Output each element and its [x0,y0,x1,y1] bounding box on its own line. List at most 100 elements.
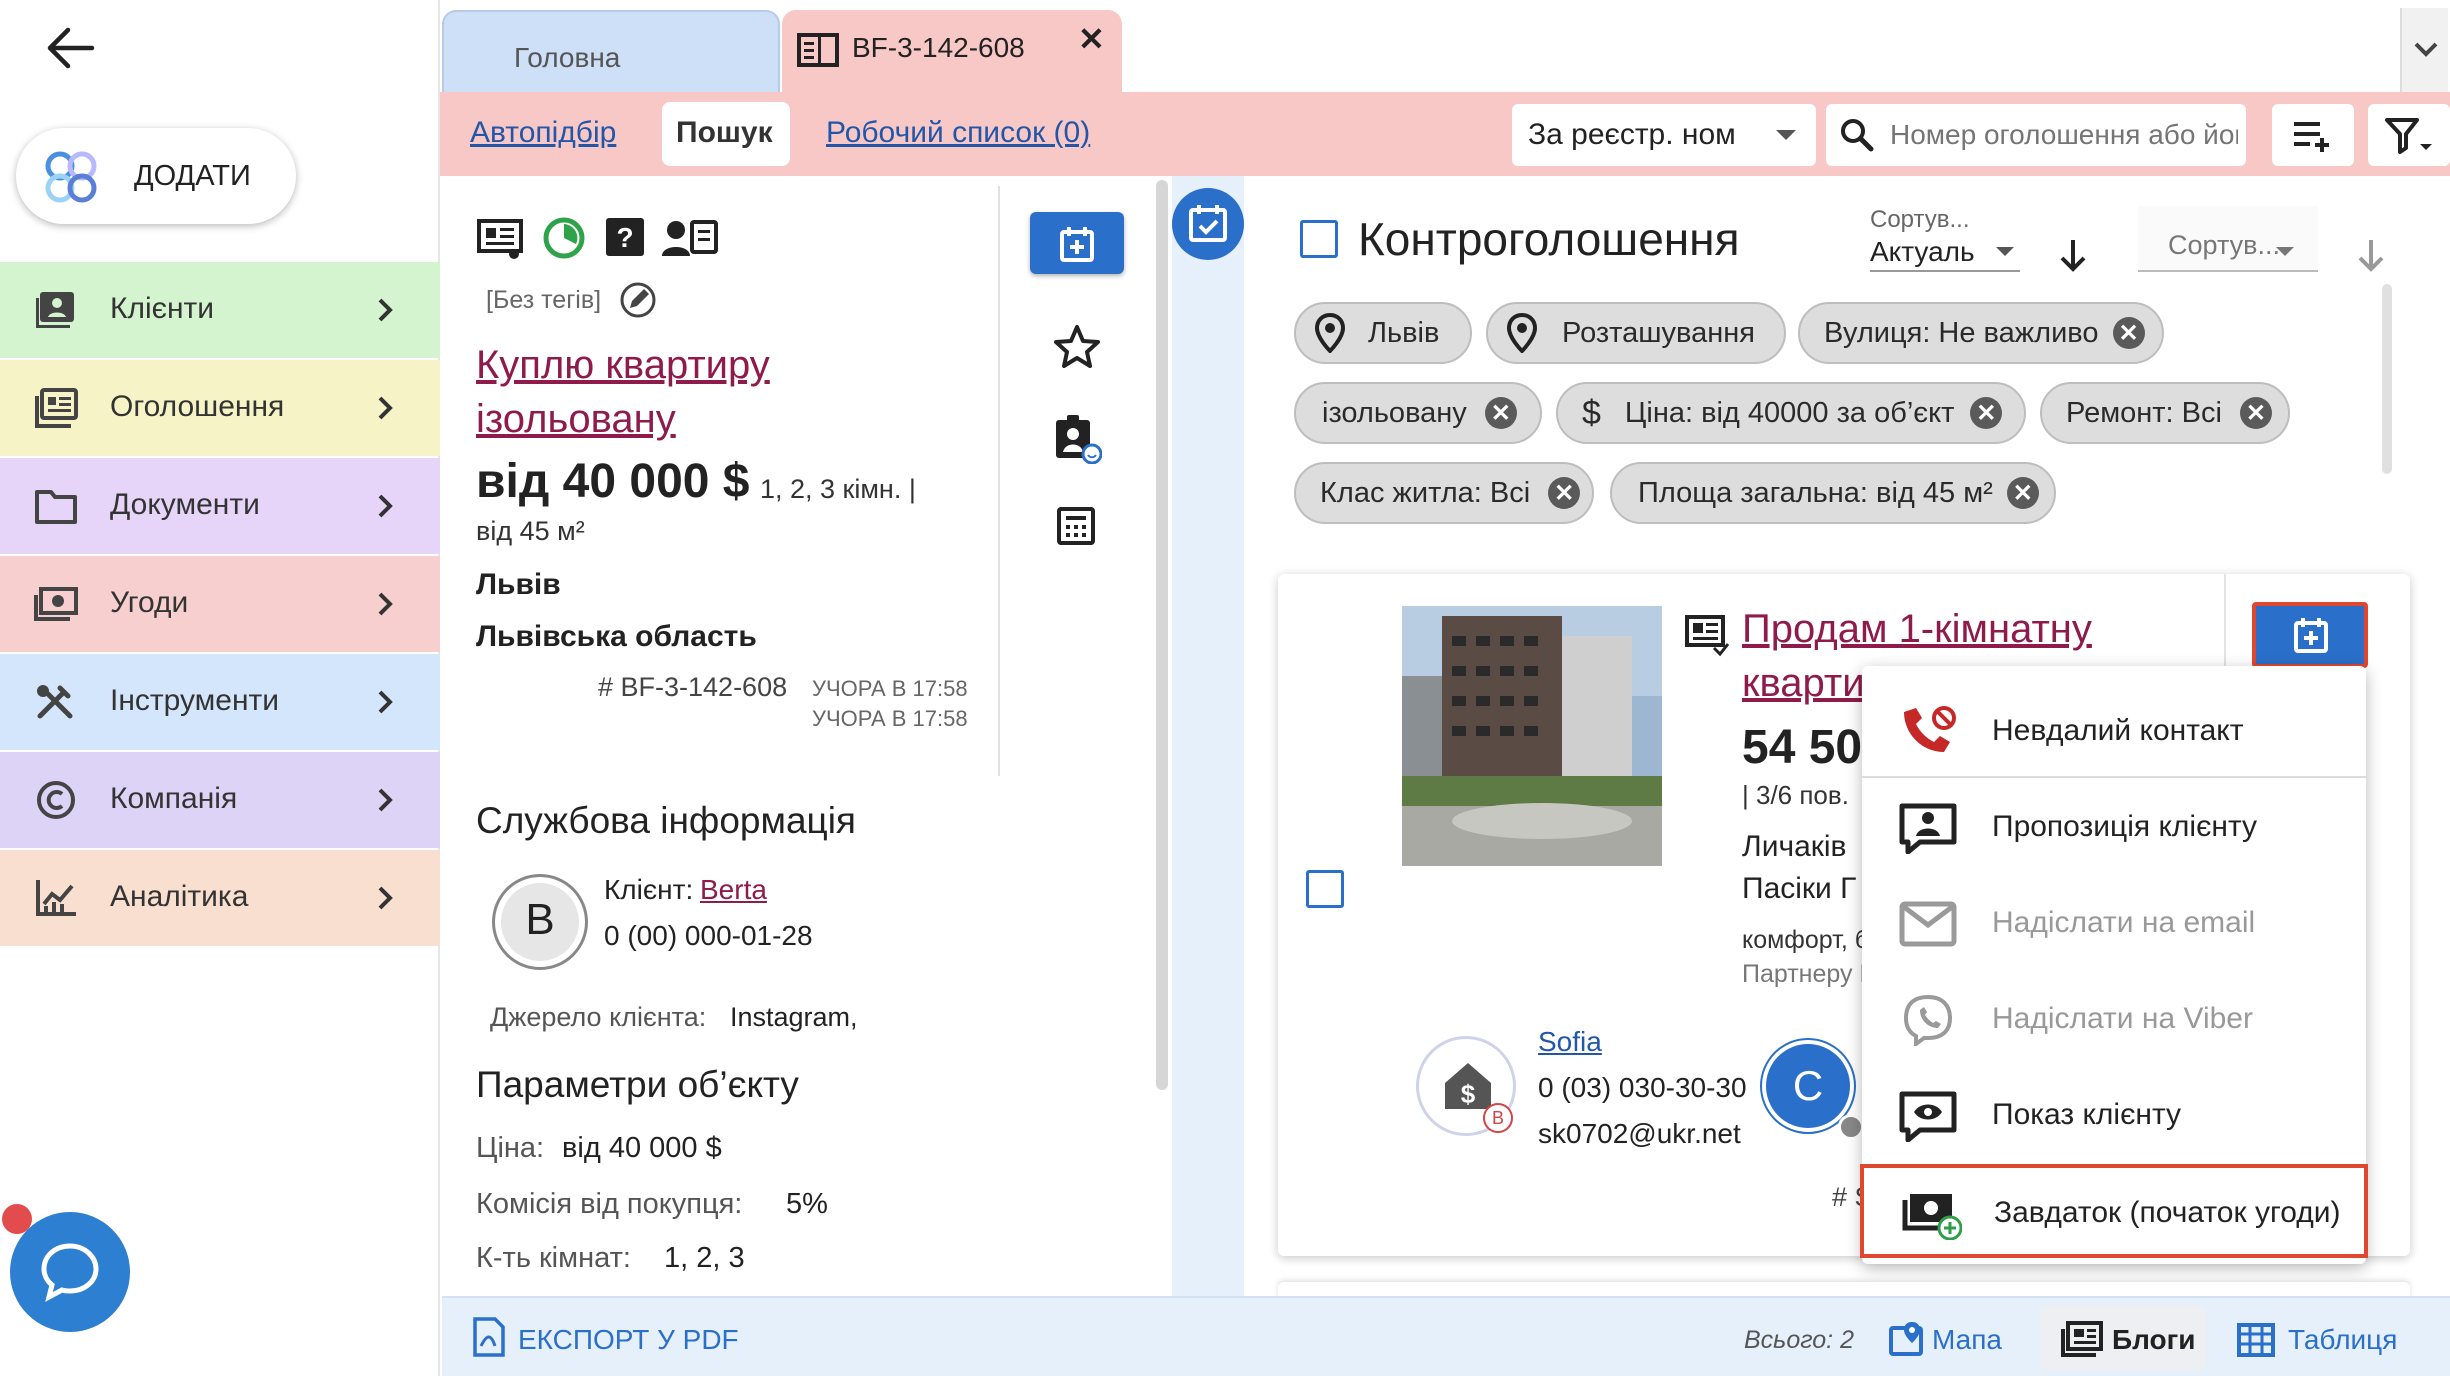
sort-direction-arrow-icon[interactable] [2058,238,2088,272]
sort-direction-arrow-icon-2[interactable] [2356,238,2386,272]
chevron-down-icon [2414,42,2438,57]
footer-bar: ЕКСПОРТ У PDF Всього: 2 Мапа Блоги Табли… [442,1296,2450,1376]
chip-remove-icon[interactable]: ✕ [1970,397,2003,429]
filter-chip-location[interactable]: Розташування [1486,302,1786,364]
filter-chip-renovation[interactable]: Ремонт: Всі ✕ [2040,382,2290,444]
menu-item-offer-client[interactable]: Пропозиція клієнту [1862,778,2362,874]
view-map-button[interactable]: Мапа [1884,1308,2034,1368]
chevron-right-icon [378,592,393,616]
tab-request-label: BF-3-142-608 [852,32,1025,63]
search-input[interactable] [1890,114,2238,156]
search-tab[interactable]: Пошук [662,102,790,166]
sidebar-item-tools[interactable]: Інструменти [0,654,440,750]
sort-select[interactable]: За реєстр. ном [1512,104,1816,166]
star-icon[interactable] [1054,324,1100,368]
menu-item-label: Надіслати на email [1992,906,2256,939]
toolbar: Автопідбір Пошук Робочий список (0) За р… [440,92,2450,176]
filter-chip-class[interactable]: Клас житла: Всі ✕ [1294,462,1594,524]
back-button[interactable] [44,26,96,70]
caret-down-icon [2276,247,2294,256]
add-event-button[interactable] [1030,212,1124,274]
client-source-value: Instagram, [730,1002,858,1032]
contact-card-icon[interactable] [662,218,718,258]
chip-remove-icon[interactable]: ✕ [1548,477,1581,509]
tabs-overflow-button[interactable] [2400,8,2448,92]
tab-home[interactable]: Головна [442,10,780,92]
tags-label: [Без тегів] [486,286,602,314]
add-filter-button[interactable] [2272,104,2354,166]
chip-remove-icon[interactable]: ✕ [1484,397,1517,429]
sidebar-item-documents[interactable]: Документи [0,458,440,554]
filter-chip-city[interactable]: Львів [1294,302,1472,364]
request-area: від 45 м² [476,516,585,546]
caret-down-icon [1776,130,1796,140]
filter-chip-price[interactable]: $ Ціна: від 40000 за об’єкт ✕ [1556,382,2026,444]
filter-menu-button[interactable] [2368,104,2450,166]
sidebar-item-company[interactable]: Компанія [0,752,440,848]
view-blocks-button[interactable]: Блоги [2040,1306,2206,1370]
request-rooms: 1, 2, 3 кімн. | [760,474,916,504]
status-pie-icon[interactable] [542,216,586,260]
listing-photo[interactable] [1402,606,1662,866]
sidebar-item-listings[interactable]: Оголошення [0,360,440,456]
chat-button[interactable] [10,1212,130,1332]
request-region: Львівська область [476,620,757,653]
menu-item-deposit[interactable]: Завдаток (початок угоди) [1860,1164,2368,1258]
request-panel-scrollbar[interactable] [1156,180,1168,1090]
sort-select-1[interactable]: Сортув... Актуаль [1870,206,2020,272]
calendar-plus-icon [2294,618,2328,653]
client-feedback-icon[interactable] [1054,414,1102,464]
filter-chip-label: Ремонт: Всі [2066,396,2222,429]
filter-chip-street[interactable]: Вулиця: Не важливо ✕ [1798,302,2164,364]
worklist-link[interactable]: Робочий список (0) [826,116,1090,150]
export-pdf-button[interactable]: ЕКСПОРТ У PDF [472,1312,762,1364]
view-table-button[interactable]: Таблиця [2232,1308,2412,1368]
filter-chip-area[interactable]: Площа загальна: від 45 м² ✕ [1610,462,2056,524]
agent-avatar: $ B [1416,1036,1516,1136]
client-name-link[interactable]: Berta [700,874,767,906]
request-title[interactable]: Куплю квартиру ізольовану [476,338,770,446]
total-count: Всього: 2 [1744,1326,1854,1354]
filter-icon [2385,118,2432,154]
autopick-link[interactable]: Автопідбір [470,116,616,150]
agent-name-link[interactable]: Sofia [1538,1026,1602,1058]
tab-request[interactable]: BF-3-142-608 ✕ [782,10,1122,92]
menu-item-label: Надіслати на Viber [1992,1002,2253,1035]
listing-address-1: Личаків [1742,830,1847,863]
calculator-icon[interactable] [1056,506,1096,546]
calendar-plus-icon [1060,227,1094,262]
chevron-right-icon [378,298,393,322]
menu-item-send-email[interactable]: Надіслати на email [1862,874,2362,970]
menu-item-failed-contact[interactable]: Невдалий контакт [1862,682,2362,778]
viber-icon [1903,994,1953,1046]
edit-tags-icon[interactable] [618,280,658,320]
chip-remove-icon[interactable]: ✕ [2112,317,2145,349]
param-label: Ціна: [476,1132,545,1164]
sidebar-item-deals[interactable]: Угоди [0,556,440,652]
agent-badge: B [1483,1103,1513,1133]
filter-chip-label: Львів [1368,316,1440,349]
filter-chip-type[interactable]: ізольовану ✕ [1294,382,1542,444]
param-value: 1, 2, 3 [664,1242,745,1274]
matches-rail-button[interactable] [1172,188,1244,260]
svg-text:$: $ [1461,1079,1476,1109]
add-button[interactable]: ДОДАТИ [16,128,296,224]
menu-item-show-client[interactable]: Показ клієнту [1862,1066,2362,1162]
chat-icon [41,1243,99,1302]
chips-scrollbar[interactable] [2382,284,2392,474]
sort-select-2[interactable]: Сортув... [2138,206,2318,272]
chip-remove-icon[interactable]: ✕ [2006,477,2039,509]
listing-checkbox[interactable] [1306,870,1344,908]
listing-card-icon[interactable] [476,218,524,260]
sidebar-item-label: Компанія [110,782,238,815]
sidebar-item-analytics[interactable]: Аналітика [0,850,440,946]
chip-remove-icon[interactable]: ✕ [2239,397,2272,429]
client-source-label: Джерело клієнта: [490,1002,707,1032]
select-all-checkbox[interactable] [1300,220,1338,258]
filter-chip-label: Вулиця: Не важливо [1824,316,2099,349]
help-icon[interactable]: ? [604,216,646,258]
tab-close-icon[interactable]: ✕ [1078,20,1105,58]
menu-item-send-viber[interactable]: Надіслати на Viber [1862,970,2362,1066]
listing-add-event-button[interactable] [2252,602,2368,668]
sidebar-item-clients[interactable]: Клієнти [0,262,440,358]
